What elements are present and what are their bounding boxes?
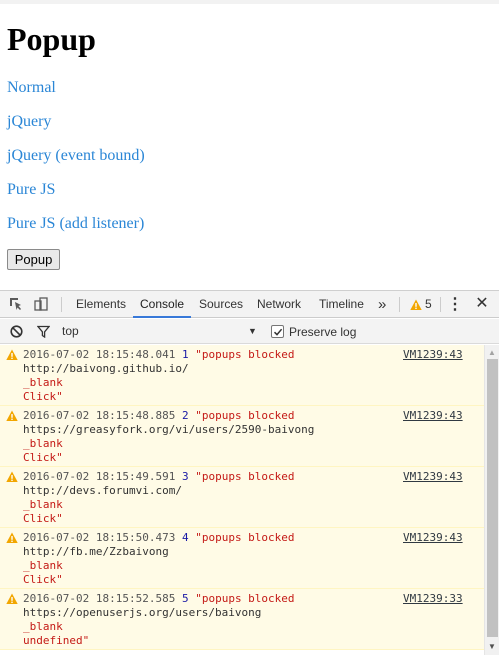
link-jquery[interactable]: jQuery	[7, 112, 51, 132]
preserve-log-label: Preserve log	[289, 324, 357, 339]
clear-console-icon[interactable]	[8, 323, 24, 339]
message-count: 4	[181, 531, 189, 544]
link-pure-js[interactable]: Pure JS	[7, 180, 55, 200]
message-timestamp: 2016-07-02 18:15:48.041	[23, 348, 176, 361]
message-timestamp: 2016-07-02 18:15:50.473	[23, 531, 176, 544]
message-source-link[interactable]: VM1239:43	[403, 531, 463, 545]
message-count: 5	[181, 592, 189, 605]
warning-icon	[410, 299, 422, 310]
message-event: Click"	[23, 512, 63, 525]
toolbar-divider	[440, 297, 441, 312]
tab-sources[interactable]: Sources	[199, 291, 243, 318]
close-icon[interactable]: ✕	[474, 296, 490, 312]
message-event: Click"	[23, 573, 63, 586]
popup-button[interactable]: Popup	[7, 249, 60, 270]
message-source-link[interactable]: VM1239:33	[403, 592, 463, 606]
console-message: 2016-07-02 18:15:49.591 3 "popups blocke…	[0, 467, 484, 528]
link-jquery-event-bound[interactable]: jQuery (event bound)	[7, 146, 145, 166]
message-timestamp: 2016-07-02 18:15:49.591	[23, 470, 176, 483]
link-pure-js-add-listener[interactable]: Pure JS (add listener)	[7, 214, 144, 234]
message-url: https://greasyfork.org/vi/users/2590-bai…	[23, 423, 315, 436]
message-url: http://devs.forumvi.com/	[23, 484, 182, 497]
scroll-down-icon[interactable]: ▼	[488, 642, 496, 651]
page-content: Popup Normal jQuery jQuery (event bound)…	[0, 0, 499, 290]
message-source-link[interactable]: VM1239:43	[403, 409, 463, 423]
message-target: _blank	[23, 498, 63, 511]
console-messages: 2016-07-02 18:15:48.041 1 "popups blocke…	[0, 345, 484, 655]
message-target: _blank	[23, 559, 63, 572]
scroll-up-icon[interactable]: ▲	[488, 348, 496, 357]
menu-icon[interactable]: ⋮	[447, 296, 463, 313]
tab-timeline[interactable]: Timeline	[319, 291, 364, 318]
inspect-element-icon[interactable]	[8, 296, 24, 312]
console-message: 2016-07-02 18:15:48.885 2 "popups blocke…	[0, 406, 484, 467]
message-source-link[interactable]: VM1239:43	[403, 348, 463, 362]
warning-icon	[6, 410, 18, 421]
link-normal[interactable]: Normal	[7, 78, 56, 98]
message-count: 2	[181, 409, 189, 422]
message-timestamp: 2016-07-02 18:15:48.885	[23, 409, 176, 422]
message-event: Click"	[23, 451, 63, 464]
message-target: _blank	[23, 437, 63, 450]
context-dropdown-icon[interactable]: ▼	[248, 326, 257, 336]
console-message: 2016-07-02 18:15:52.585 5 "popups blocke…	[0, 589, 484, 650]
warning-icon	[6, 349, 18, 360]
message-url: http://fb.me/Zzbaivong	[23, 545, 169, 558]
preserve-log-checkbox[interactable]	[271, 325, 284, 338]
tab-network[interactable]: Network	[257, 291, 301, 318]
console-scrollbar[interactable]: ▲ ▼	[484, 345, 499, 655]
console-message: 2016-07-02 18:15:48.041 1 "popups blocke…	[0, 345, 484, 406]
message-source-link[interactable]: VM1239:43	[403, 470, 463, 484]
warning-icon	[6, 532, 18, 543]
message-target: _blank	[23, 620, 63, 633]
page-title: Popup	[7, 21, 96, 57]
message-timestamp: 2016-07-02 18:15:52.585	[23, 592, 176, 605]
message-text: "popups blocked	[195, 592, 295, 605]
filter-icon[interactable]	[35, 323, 51, 339]
message-text: "popups blocked	[195, 531, 295, 544]
message-text: "popups blocked	[195, 348, 295, 361]
console-filter-bar: top ▼ Preserve log	[0, 319, 499, 344]
console-message: 2016-07-02 18:15:50.473 4 "popups blocke…	[0, 528, 484, 589]
message-text: "popups blocked	[195, 409, 295, 422]
message-url: https://openuserjs.org/users/baivong	[23, 606, 262, 619]
scrollbar-thumb[interactable]	[487, 359, 498, 637]
warning-icon	[6, 593, 18, 604]
devtools-panel: Elements Console Sources Network Timelin…	[0, 290, 499, 655]
context-selector[interactable]: top	[62, 324, 79, 338]
tab-console[interactable]: Console	[133, 291, 192, 318]
message-event: Click"	[23, 390, 63, 403]
toolbar-divider	[61, 297, 62, 312]
device-mode-icon[interactable]	[33, 296, 49, 312]
warning-counter[interactable]: 5	[410, 291, 432, 318]
message-event: undefined"	[23, 634, 90, 647]
preserve-log-toggle[interactable]: Preserve log	[271, 324, 356, 339]
tab-elements[interactable]: Elements	[76, 291, 126, 318]
message-target: _blank	[23, 376, 63, 389]
message-url: http://baivong.github.io/	[23, 362, 189, 375]
message-text: "popups blocked	[195, 470, 295, 483]
warning-icon	[6, 471, 18, 482]
message-count: 3	[181, 470, 189, 483]
message-count: 1	[181, 348, 189, 361]
devtools-toolbar: Elements Console Sources Network Timelin…	[0, 291, 499, 318]
warning-count: 5	[425, 297, 432, 311]
more-tabs-icon[interactable]: »	[378, 291, 386, 318]
top-strip	[0, 0, 499, 4]
toolbar-divider	[399, 297, 400, 312]
